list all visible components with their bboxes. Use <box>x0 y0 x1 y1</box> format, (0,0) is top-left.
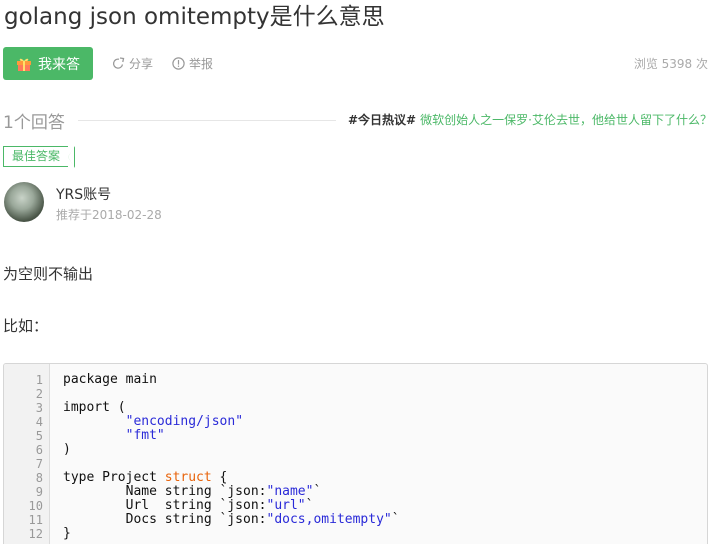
code-token: ` <box>305 498 314 513</box>
recommend-date: 推荐于2018-02-28 <box>56 208 162 222</box>
line-number: 4 <box>35 415 43 429</box>
line-number: 7 <box>35 457 43 471</box>
answer-button[interactable]: 我来答 <box>3 47 93 80</box>
author-name[interactable]: YRS账号 <box>56 184 111 204</box>
answers-count: 1个回答 <box>3 113 65 133</box>
code-line: } <box>63 527 400 541</box>
answer-paragraph-1: 为空则不输出 <box>3 265 94 283</box>
code-line: ) <box>63 443 400 457</box>
line-number: 2 <box>35 387 43 401</box>
avatar[interactable] <box>4 182 44 222</box>
best-answer-badge: 最佳答案 <box>3 146 76 168</box>
code-token: "name" <box>266 484 314 499</box>
code-line: import ( <box>63 401 400 415</box>
share-label: 分享 <box>129 57 154 71</box>
code-block: 1 2 3 4 5 6 7 8 9 10 11 12 package main import ( "en… <box>3 363 708 544</box>
code-lines: package main import ( "encoding/json" "fm… <box>63 373 400 541</box>
code-token: } <box>63 526 71 541</box>
line-number: 6 <box>35 443 43 457</box>
report-label: 举报 <box>189 57 214 71</box>
code-token: ` <box>391 512 400 527</box>
code-token: "encoding/json" <box>125 414 244 429</box>
code-gutter: 1 2 3 4 5 6 7 8 9 10 11 12 <box>4 364 50 544</box>
line-numbers: 1 2 3 4 5 6 7 8 9 10 11 12 <box>4 373 43 541</box>
code-token: "fmt" <box>125 428 165 443</box>
line-number: 3 <box>35 401 43 415</box>
line-number: 11 <box>28 513 43 527</box>
code-token: Url string `json: <box>63 498 267 513</box>
line-number: 10 <box>28 499 43 513</box>
code-token: "url" <box>266 498 306 513</box>
code-token: ) <box>63 442 71 457</box>
code-token: package main <box>63 372 157 387</box>
code-token: type Project <box>63 470 165 485</box>
report-button[interactable]: 举报 <box>172 55 213 72</box>
answer-button-label: 我来答 <box>38 56 80 73</box>
share-icon <box>112 57 125 69</box>
share-button[interactable]: 分享 <box>112 55 153 72</box>
code-token: ` <box>313 484 322 499</box>
question-title: golang json omitempty是什么意思 <box>4 4 385 30</box>
answer-paragraph-2: 比如： <box>3 317 49 335</box>
code-token: { <box>211 470 228 485</box>
hot-topic-link[interactable]: 微软创始人之一保罗·艾伦去世，他给世人留下了什么？ <box>420 113 708 127</box>
code-token: import ( <box>63 400 126 415</box>
warning-circle-icon <box>172 57 185 70</box>
code-line: "fmt" <box>63 429 400 443</box>
code-token: Name string `json: <box>63 484 267 499</box>
code-line: "encoding/json" <box>63 415 400 429</box>
gift-icon <box>16 56 32 72</box>
question-page: golang json omitempty是什么意思 我来答 分享 举报 浏览 <box>0 0 708 544</box>
code-line: package main <box>63 373 400 387</box>
code-token: Docs string `json: <box>63 512 267 527</box>
view-count: 浏览 5398 次 <box>633 57 708 71</box>
line-number: 12 <box>28 527 43 541</box>
line-number: 9 <box>35 485 43 499</box>
code-line: Docs string `json:"docs,omitempty"` <box>63 513 400 527</box>
line-number: 1 <box>35 373 43 387</box>
section-divider <box>78 120 336 121</box>
hot-topic-tag: #今日热议# <box>348 113 417 127</box>
code-line: type Project struct { <box>63 471 400 485</box>
line-number: 8 <box>35 471 43 485</box>
code-line: Name string `json:"name"` <box>63 485 400 499</box>
line-number: 5 <box>35 429 43 443</box>
code-token: "docs,omitempty" <box>266 512 392 527</box>
hot-topic: #今日热议# 微软创始人之一保罗·艾伦去世，他给世人留下了什么？ <box>348 111 708 128</box>
code-line: Url string `json:"url"` <box>63 499 400 513</box>
code-token: struct <box>164 470 212 485</box>
